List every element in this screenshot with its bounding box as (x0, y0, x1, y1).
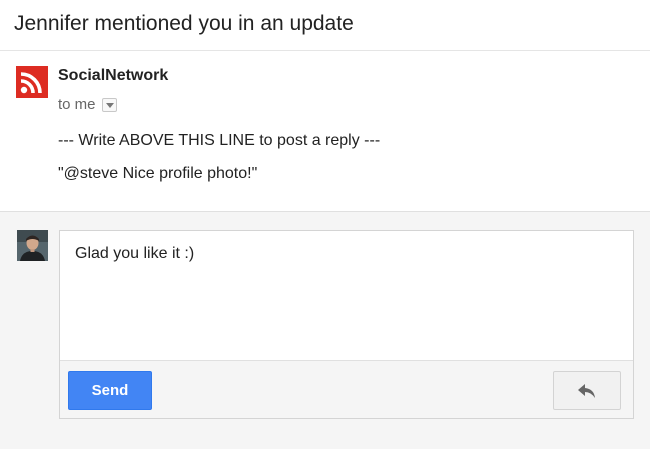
email-subject: Jennifer mentioned you in an update (14, 12, 354, 35)
reply-textarea[interactable]: Glad you like it :) (60, 231, 633, 361)
message-body-line: "@steve Nice profile photo!" (58, 165, 258, 182)
recipient-label: to me (58, 96, 96, 113)
user-avatar (17, 230, 48, 261)
subject-bar: Jennifer mentioned you in an update (0, 0, 650, 51)
reply-arrow-icon (578, 383, 595, 398)
sender-name[interactable]: SocialNetwork (58, 67, 168, 85)
chevron-down-icon (105, 102, 114, 108)
rss-icon (16, 66, 48, 98)
reply-toolbar: Send (60, 361, 633, 418)
send-button[interactable]: Send (68, 371, 152, 410)
message-body-line: --- Write ABOVE THIS LINE to post a repl… (58, 132, 381, 149)
email-message: SocialNetwork to me --- Write ABOVE THIS… (0, 51, 650, 212)
reply-button[interactable] (553, 371, 621, 410)
show-details-dropdown[interactable] (101, 97, 117, 112)
recipient-line: to me (58, 96, 117, 113)
reply-area: Glad you like it :) Send (0, 212, 650, 449)
reply-compose-box: Glad you like it :) Send (59, 230, 634, 419)
